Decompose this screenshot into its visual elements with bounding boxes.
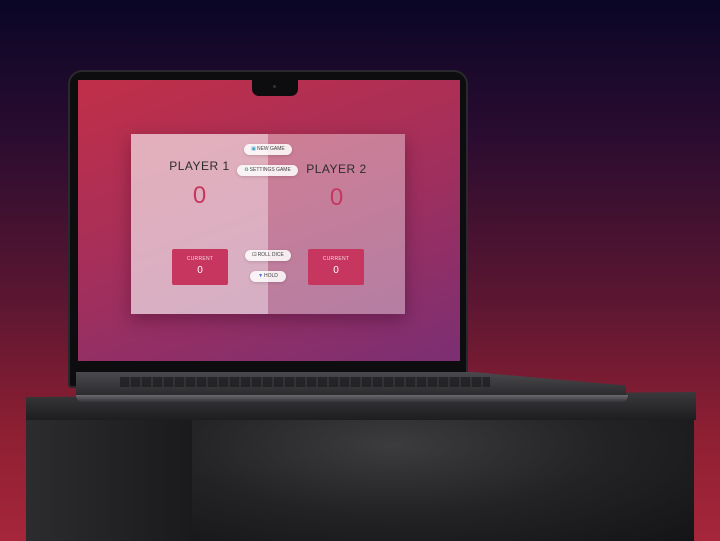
player-1-current-box: CURRENT 0 [172,249,228,285]
hold-button[interactable]: ▼HOLD [250,271,286,282]
camera-notch [252,80,298,96]
camera-icon [273,85,276,88]
roll-dice-label: ROLL DICE [257,252,284,258]
player-1-score: 0 [192,182,207,209]
download-icon: ▼ [258,273,264,279]
dice-icon: ⚀ [252,252,257,258]
settings-game-button[interactable]: ♻SETTINGS GAME [237,165,298,176]
pedestal-front [192,404,694,541]
player-2-panel: PLAYER 2 0 CURRENT 0 [268,134,405,314]
roll-dice-button[interactable]: ⚀ROLL DICE [245,250,291,261]
laptop-keyboard [120,377,490,387]
player-1-panel: PLAYER 1 0 CURRENT 0 [131,134,268,314]
player-2-score: 0 [329,184,344,211]
new-game-label: NEW GAME [256,146,285,152]
hold-label: HOLD [264,273,278,279]
player-2-current-box: CURRENT 0 [308,249,364,285]
player-1-current-value: 0 [197,265,203,276]
recycle-icon: ♻ [244,167,249,173]
player-1-current-label: CURRENT [186,256,214,262]
player-2-current-value: 0 [333,265,339,276]
player-2-current-label: CURRENT [322,256,350,262]
new-game-button[interactable]: ▣NEW GAME [244,144,292,155]
dice-game: PLAYER 1 0 CURRENT 0 PLAYER 2 0 CURRENT … [131,134,405,314]
laptop-screen: PLAYER 1 0 CURRENT 0 PLAYER 2 0 CURRENT … [78,80,460,361]
laptop-deck-edge [76,395,628,403]
refresh-icon: ▣ [251,146,256,152]
settings-game-label: SETTINGS GAME [249,167,291,173]
